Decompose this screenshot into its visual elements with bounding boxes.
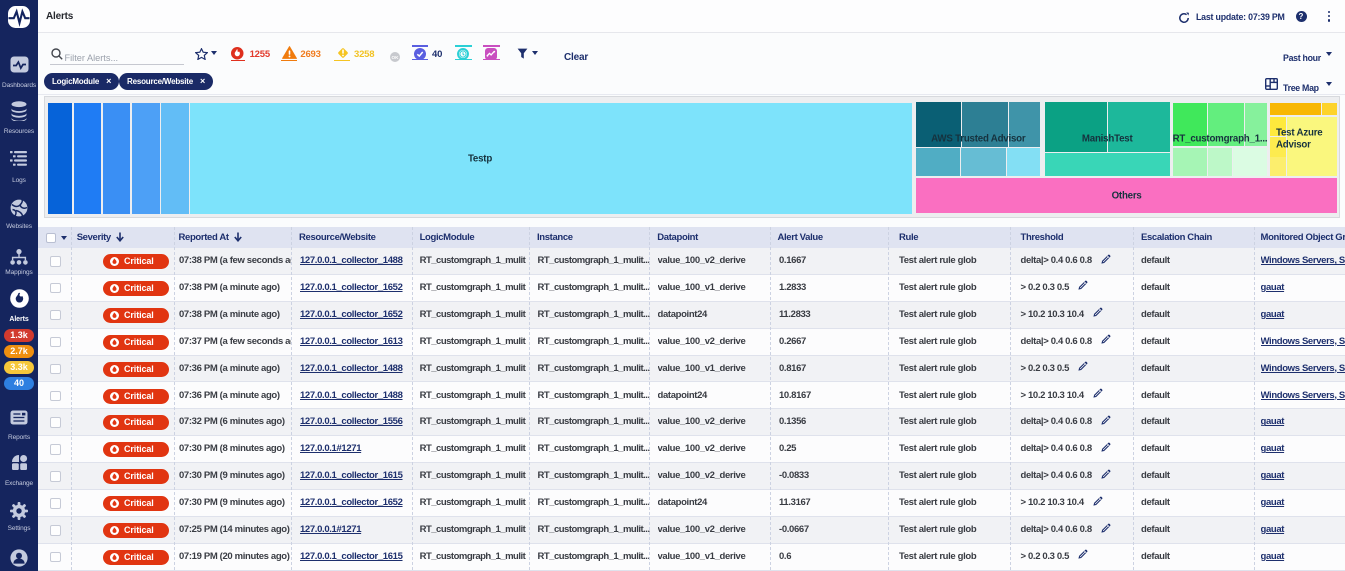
svg-text:OK: OK [391,55,399,60]
